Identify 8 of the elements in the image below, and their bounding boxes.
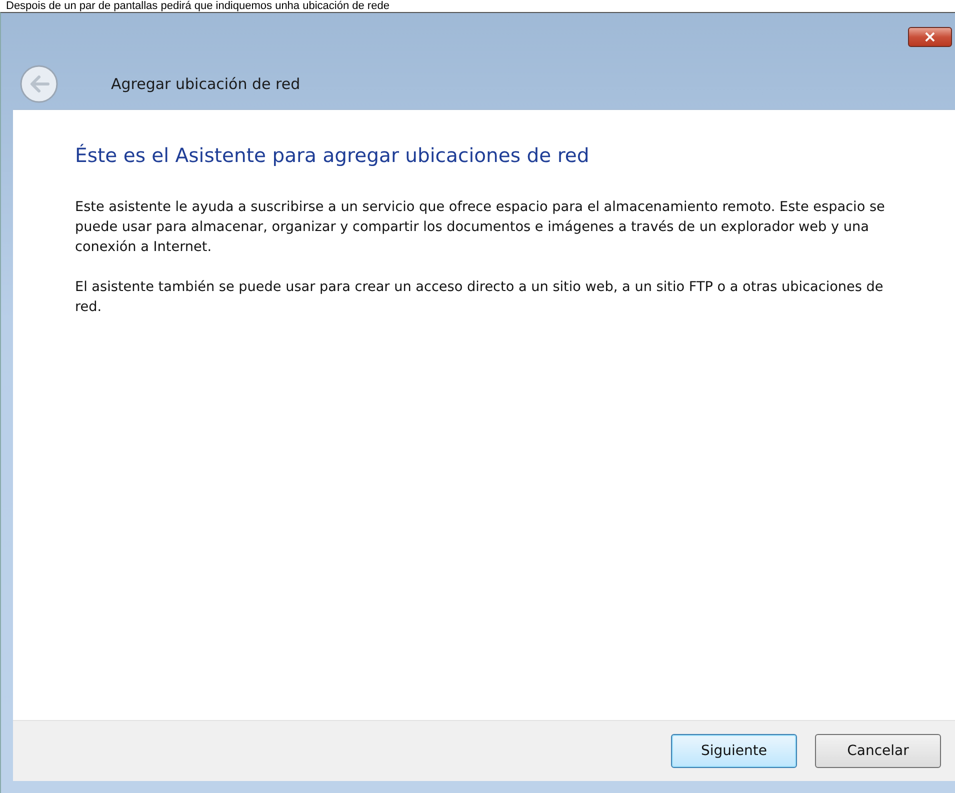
- paragraph: Este asistente le ayuda a suscribirse a un servicio que ofrece espacio para el almacenamiento remoto. Este espacio se puede usar para almacenar, organizar y compartir los documentos e imágenes a través de un explorador web y una conexión a Internet.: [75, 198, 885, 257]
- paragraph: El asistente también se puede usar para crear un acceso directo a un sitio web, a un sitio FTP o a otras ubicaciones de red.: [75, 278, 884, 317]
- caption-text: Despois de un par de pantallas pedirá que indiquemos unha ubicación de rede: [5, 0, 390, 12]
- dialog-button[interactable]: Siguiente: [671, 734, 797, 768]
- window-title: Agregar ubicación de red: [111, 75, 300, 93]
- dialog-button[interactable]: Cancelar: [815, 734, 941, 768]
- wizard-heading: Éste es el Asistente para agregar ubicaciones de red: [75, 144, 590, 167]
- close-button[interactable]: ×: [908, 27, 952, 47]
